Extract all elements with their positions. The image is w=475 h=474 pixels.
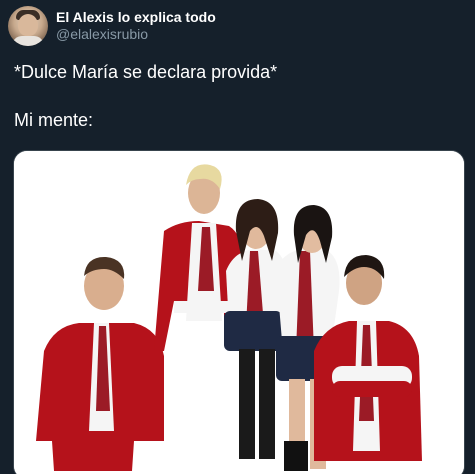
tweet-text-line-2: Mi mente: <box>14 110 94 130</box>
author-display-name[interactable]: El Alexis lo explica todo <box>56 9 216 26</box>
author-names: El Alexis lo explica todo @elalexisrubio <box>56 9 216 43</box>
avatar[interactable] <box>8 6 48 46</box>
tweet-text: *Dulce María se declara provida* Mi ment… <box>14 60 464 132</box>
tweet-text-line-1: *Dulce María se declara provida* <box>14 62 278 82</box>
photo-image <box>14 151 464 474</box>
author-handle[interactable]: @elalexisrubio <box>56 26 216 43</box>
tweet-card[interactable]: El Alexis lo explica todo @elalexisrubio… <box>0 0 475 474</box>
tweet-header: El Alexis lo explica todo @elalexisrubio <box>8 6 216 46</box>
tweet-media-photo[interactable] <box>13 150 465 474</box>
